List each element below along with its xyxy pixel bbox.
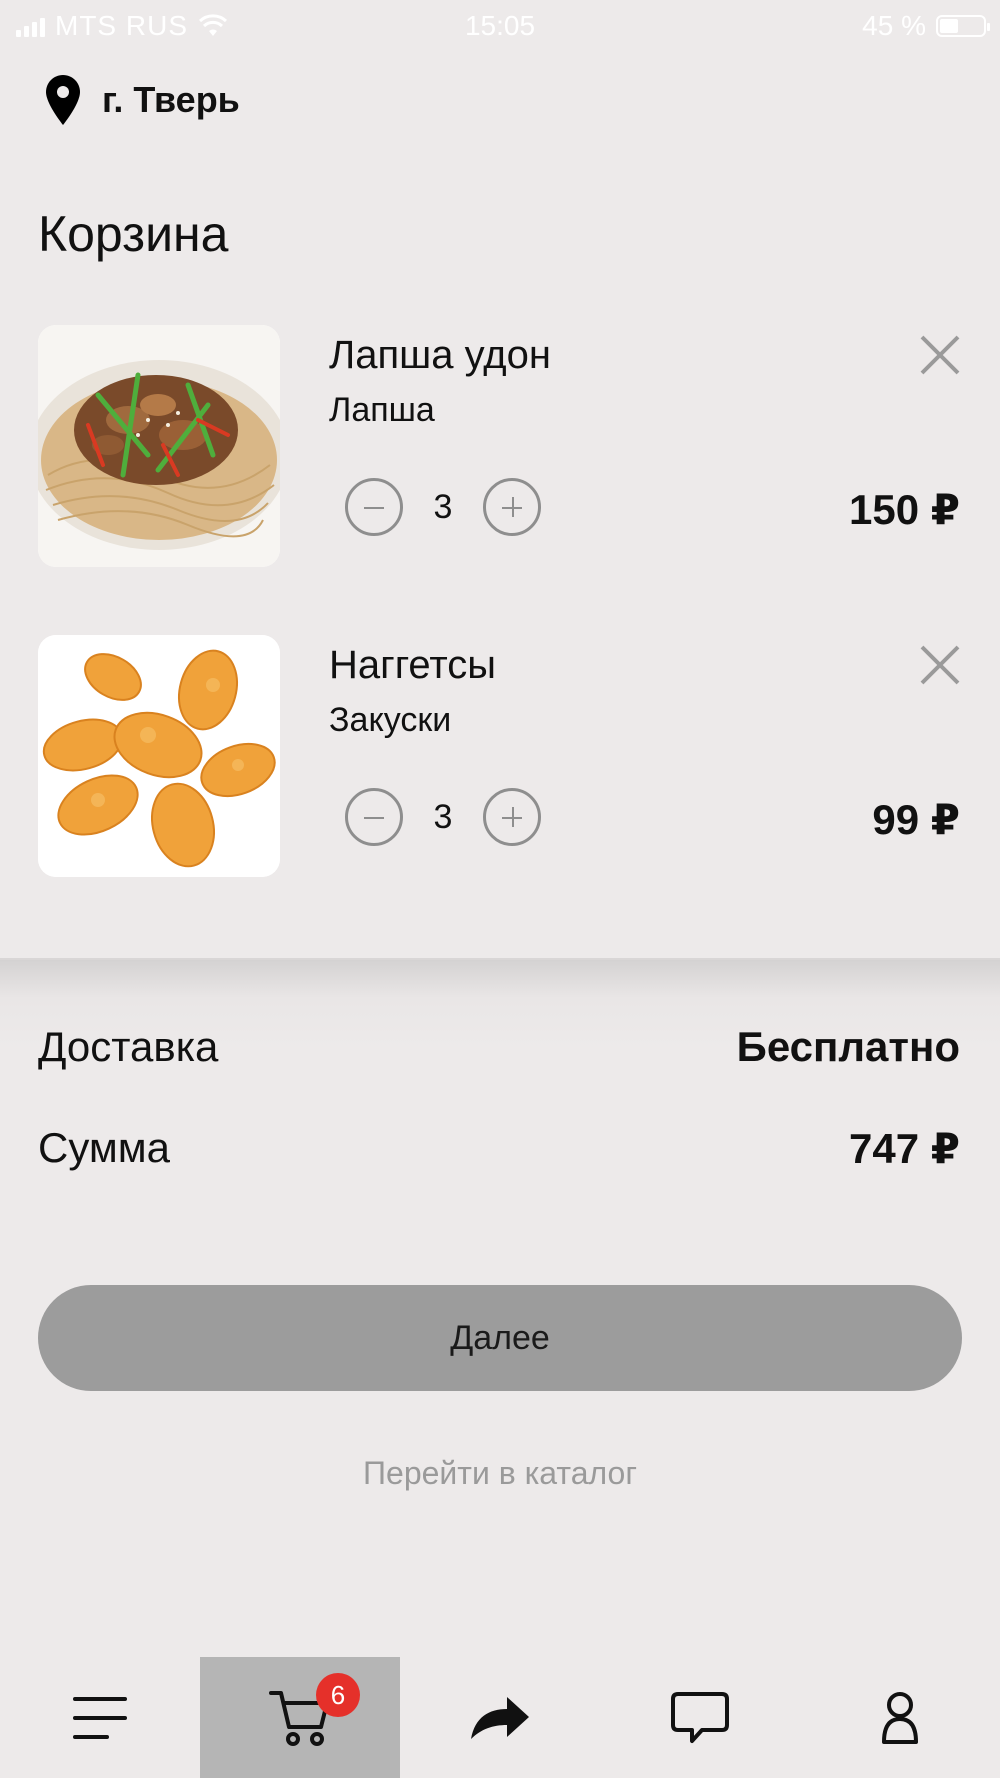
total-row: Сумма 747 ₽ [38,1124,960,1173]
close-icon [920,335,960,375]
item-image-noodles [38,325,280,567]
remove-item-button[interactable] [918,333,962,377]
delivery-value: Бесплатно [736,1023,960,1070]
increase-button[interactable] [483,478,541,536]
item-price: 99 ₽ [872,796,960,843]
share-icon [471,1696,529,1739]
status-right: 45 % [862,10,990,42]
minus-icon [364,817,384,819]
go-to-catalog-link[interactable]: Перейти в каталог [0,1455,1000,1492]
total-label: Сумма [38,1124,170,1171]
tab-cart[interactable] [200,1657,400,1778]
quantity-stepper: 3 [345,788,541,846]
profile-icon [882,1691,918,1744]
increase-button[interactable] [483,788,541,846]
cart-item: Наггетсы Закуски 3 99 ₽ [0,635,1000,880]
decrease-button[interactable] [345,788,403,846]
status-time: 15:05 [464,10,536,41]
item-image-nuggets [38,635,280,877]
decrease-button[interactable] [345,478,403,536]
battery-icon [936,15,990,37]
quantity-value: 3 [433,797,453,836]
status-bar: MTS RUS 15:05 45 % [0,0,1000,50]
cart-count-badge: 6 [316,1673,360,1717]
menu-icon [73,1696,127,1739]
city-name: г. Тверь [102,79,240,120]
delivery-row: Доставка Бесплатно [38,1023,960,1071]
item-category: Закуски [329,701,452,739]
quantity-stepper: 3 [345,478,541,536]
location-selector[interactable]: г. Тверь [46,75,240,125]
bottom-tab-bar: 6 [0,1657,1000,1778]
divider [0,958,1000,960]
item-category: Лапша [329,391,435,429]
remove-item-button[interactable] [918,643,962,687]
quantity-value: 3 [433,487,453,526]
location-pin-icon [46,75,80,125]
total-value: 747 ₽ [849,1125,960,1172]
tab-chat[interactable] [600,1657,800,1778]
tab-menu[interactable] [0,1657,200,1778]
item-price: 150 ₽ [849,486,960,533]
tab-profile[interactable] [800,1657,1000,1778]
item-name: Лапша удон [329,333,551,377]
close-icon [920,645,960,685]
page-title: Корзина [38,206,229,262]
minus-icon [364,507,384,509]
battery-percent: 45 % [862,10,926,41]
delivery-label: Доставка [38,1023,219,1070]
item-name: Наггетсы [329,643,496,687]
next-button[interactable]: Далее [38,1285,962,1391]
tab-share[interactable] [400,1657,600,1778]
cart-item: Лапша удон Лапша 3 150 ₽ [0,325,1000,570]
chat-icon [671,1691,729,1743]
